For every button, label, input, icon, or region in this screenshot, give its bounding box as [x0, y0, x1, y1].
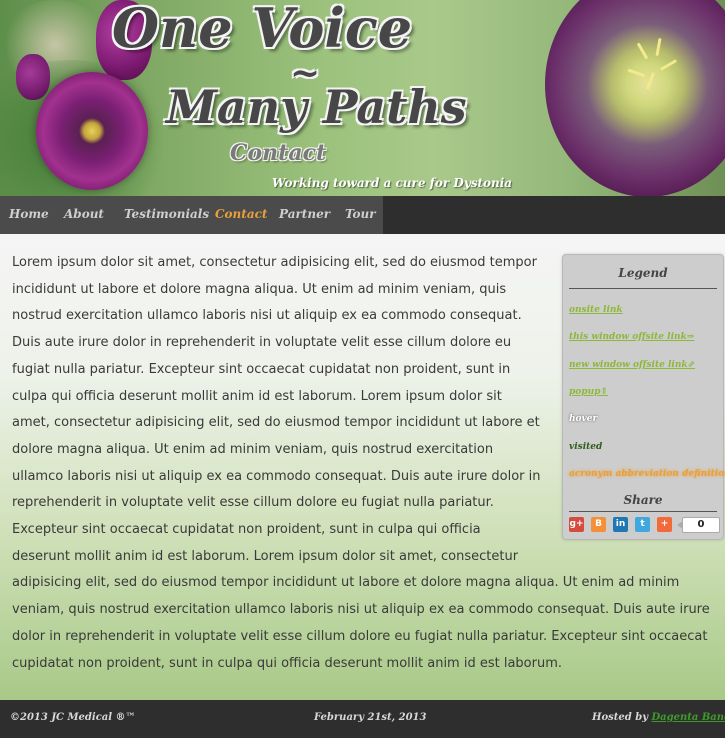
legend-divider [569, 288, 717, 289]
addthis-plus-icon[interactable]: + [657, 517, 672, 532]
main-content: Legend onsite link this window offsite l… [0, 234, 725, 700]
nav-item-tour[interactable]: Tour [345, 207, 376, 221]
hosted-by-label: Hosted by [592, 712, 649, 723]
site-title-line2: Many Paths [166, 80, 467, 134]
site-footer: ©2013 JC Medical ®™ February 21st, 2013 … [0, 700, 725, 738]
legend-title: Legend [618, 266, 668, 280]
legend-acronym-definition: acronym abbreviation definition [569, 469, 725, 479]
nav-menu: Home About Testimonials Contact Partner … [0, 196, 383, 234]
nav-item-testimonials[interactable]: Testimonials [124, 207, 209, 221]
tulip-flower-image [36, 72, 148, 190]
legend-panel: Legend onsite link this window offsite l… [562, 254, 725, 540]
stamen [659, 59, 678, 71]
stamen [627, 68, 646, 78]
linkedin-icon[interactable]: in [613, 517, 628, 532]
google-plus-icon[interactable]: g+ [569, 517, 584, 532]
footer-copyright: ©2013 JC Medical ®™ [10, 712, 136, 723]
share-count: 0 [677, 517, 720, 533]
share-divider [569, 511, 717, 512]
nav-item-contact[interactable]: Contact [215, 207, 267, 221]
stamen [655, 37, 662, 57]
site-header-banner: One Voice ~ Many Paths Contact Working t… [0, 0, 725, 196]
stamen [636, 42, 649, 60]
nav-item-home[interactable]: Home [9, 207, 49, 221]
host-link[interactable]: Dagenta Bane [652, 712, 725, 723]
footer-hosted-by: Hosted by Dagenta Bane [592, 712, 725, 723]
tulip-bud-image [16, 54, 50, 100]
nav-item-about[interactable]: About [64, 207, 104, 221]
footer-date: February 21st, 2013 [314, 712, 427, 723]
site-tagline: Working toward a cure for Dystonia [272, 176, 513, 190]
twitter-icon[interactable]: t [635, 517, 650, 532]
blogger-icon[interactable]: B [591, 517, 606, 532]
legend-offsite-link[interactable]: this window offsite link⇒ [569, 331, 694, 343]
content-body: Legend onsite link this window offsite l… [12, 250, 725, 677]
legend-hover-link[interactable]: hover [569, 413, 597, 425]
share-title: Share [623, 493, 663, 507]
nav-item-partner[interactable]: Partner [279, 207, 330, 221]
legend-popup-link[interactable]: popup⇑ [569, 386, 608, 398]
legend-new-window-link[interactable]: new window offsite link⇗ [569, 359, 695, 371]
legend-onsite-link[interactable]: onsite link [569, 304, 623, 316]
tulip-flower-image [545, 0, 725, 196]
stamen [646, 72, 655, 90]
site-title-line1: One Voice [112, 0, 413, 60]
legend-visited-link[interactable]: visited [569, 441, 602, 453]
page-title: Contact [230, 140, 327, 166]
main-navigation: Home About Testimonials Contact Partner … [0, 196, 725, 234]
